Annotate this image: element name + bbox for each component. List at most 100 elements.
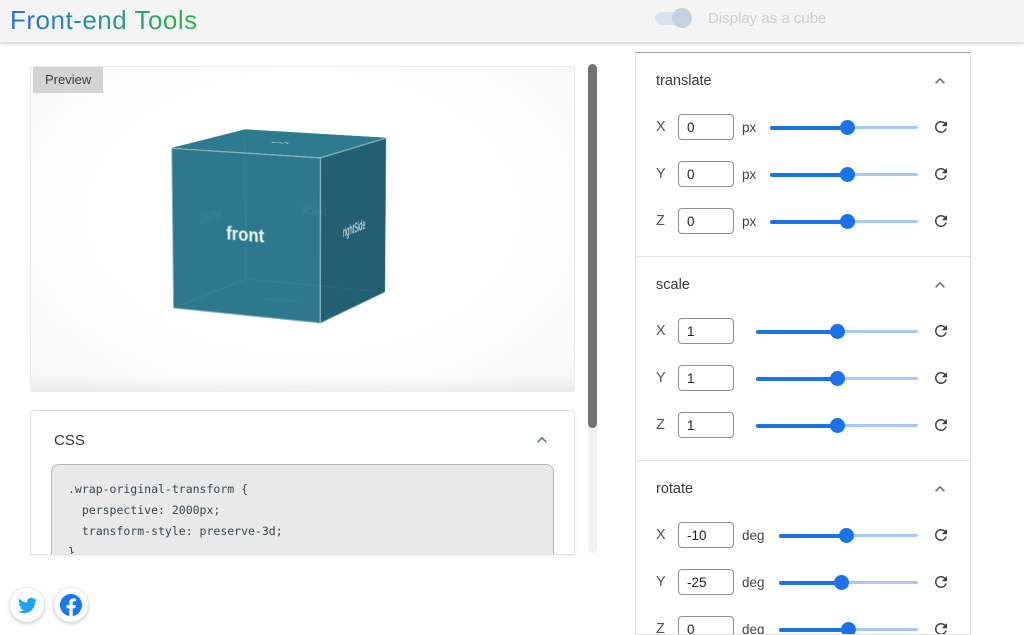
- axis-label: Y: [656, 574, 670, 590]
- slider-fill: [756, 424, 837, 428]
- section-rotate-header[interactable]: rotate: [656, 461, 950, 500]
- slider-thumb[interactable]: [834, 575, 849, 590]
- unit-label: px: [742, 214, 756, 229]
- section-title: scale: [656, 277, 690, 293]
- control-row-rotate-z: Z deg: [656, 617, 950, 635]
- translate-x-slider[interactable]: [770, 115, 918, 139]
- scrollbar-thumb[interactable]: [588, 64, 597, 428]
- chevron-up-icon[interactable]: [930, 71, 950, 91]
- transform-controls-panel: translate X px Y px Z: [635, 52, 971, 635]
- section-scale: scale X Y Z: [636, 257, 970, 461]
- css-code-block: .wrap-original-transform { perspective: …: [51, 464, 554, 555]
- refresh-icon: [932, 369, 950, 387]
- switch-knob: [672, 8, 692, 28]
- slider-thumb[interactable]: [840, 167, 855, 182]
- section-scale-header[interactable]: scale: [656, 257, 950, 296]
- slider-thumb[interactable]: [841, 622, 856, 635]
- scale-z-slider[interactable]: [756, 413, 918, 437]
- slider-fill: [770, 220, 847, 224]
- reset-button[interactable]: [932, 322, 950, 340]
- control-row-translate-z: Z px: [656, 209, 950, 233]
- section-translate: translate X px Y px Z: [636, 53, 970, 257]
- cube-scene: front back rightSide leftSide top bottom: [31, 67, 574, 391]
- reset-button[interactable]: [932, 165, 950, 183]
- css-panel-header[interactable]: CSS: [31, 411, 574, 464]
- scale-x-slider[interactable]: [756, 319, 918, 343]
- slider-fill: [756, 330, 837, 334]
- unit-label: deg: [742, 575, 765, 590]
- reset-button[interactable]: [932, 620, 950, 635]
- chevron-up-icon[interactable]: [930, 479, 950, 499]
- cube-toggle-label: Display as a cube: [708, 10, 826, 27]
- css-code-line: perspective: 2000px;: [68, 500, 537, 521]
- cube[interactable]: front back rightSide leftSide top bottom: [209, 138, 354, 307]
- twitter-share-button[interactable]: [10, 588, 44, 622]
- slider-thumb[interactable]: [840, 214, 855, 229]
- scrollbar-track[interactable]: [588, 64, 597, 553]
- reset-button[interactable]: [932, 573, 950, 591]
- cube-face-right: rightSide: [320, 138, 386, 324]
- css-code-line: .wrap-original-transform {: [68, 479, 537, 500]
- axis-label: Z: [656, 621, 670, 635]
- slider-fill: [779, 581, 842, 585]
- slider-fill: [779, 534, 847, 538]
- slider-thumb[interactable]: [830, 371, 845, 386]
- rotate-z-slider[interactable]: [779, 617, 918, 635]
- display-as-cube-toggle-row: Display as a cube: [652, 4, 826, 32]
- slider-thumb[interactable]: [840, 120, 855, 135]
- section-translate-header[interactable]: translate: [656, 53, 950, 92]
- scale-x-input[interactable]: [678, 318, 734, 344]
- translate-x-input[interactable]: [678, 114, 734, 140]
- translate-y-slider[interactable]: [770, 162, 918, 186]
- translate-z-input[interactable]: [678, 208, 734, 234]
- rotate-x-slider[interactable]: [779, 523, 918, 547]
- slider-fill: [770, 126, 847, 130]
- axis-label: X: [656, 119, 670, 135]
- reset-button[interactable]: [932, 212, 950, 230]
- facebook-share-button[interactable]: [54, 588, 88, 622]
- chevron-up-icon[interactable]: [930, 275, 950, 295]
- control-row-scale-y: Y: [656, 366, 950, 390]
- axis-label: Z: [656, 417, 670, 433]
- scale-y-slider[interactable]: [756, 366, 918, 390]
- refresh-icon: [932, 165, 950, 183]
- unit-label: px: [742, 120, 756, 135]
- axis-label: Z: [656, 213, 670, 229]
- translate-z-slider[interactable]: [770, 209, 918, 233]
- slider-thumb[interactable]: [830, 418, 845, 433]
- section-title: translate: [656, 73, 712, 89]
- rotate-y-input[interactable]: [678, 569, 734, 595]
- css-code-line: }: [68, 542, 537, 555]
- facebook-icon: [60, 594, 82, 616]
- refresh-icon: [932, 620, 950, 635]
- translate-y-input[interactable]: [678, 161, 734, 187]
- slider-thumb[interactable]: [839, 528, 854, 543]
- scale-y-input[interactable]: [678, 365, 734, 391]
- reset-button[interactable]: [932, 416, 950, 434]
- reset-button[interactable]: [932, 118, 950, 136]
- tab-preview[interactable]: Preview: [33, 67, 103, 93]
- cube-toggle-switch[interactable]: [652, 6, 692, 30]
- rotate-y-slider[interactable]: [779, 570, 918, 594]
- cube-face-front: front: [171, 148, 320, 324]
- scale-z-input[interactable]: [678, 412, 734, 438]
- rotate-z-input[interactable]: [678, 616, 734, 635]
- page-title: Front-end Tools: [10, 5, 198, 36]
- preview-panel: Preview front back rightSide leftSide to…: [30, 66, 575, 392]
- css-code-line: transform-style: preserve-3d;: [68, 521, 537, 542]
- unit-label: px: [742, 167, 756, 182]
- reset-button[interactable]: [932, 369, 950, 387]
- reset-button[interactable]: [932, 526, 950, 544]
- control-row-rotate-y: Y deg: [656, 570, 950, 594]
- twitter-icon: [18, 596, 37, 615]
- social-links: [10, 588, 88, 622]
- axis-label: Y: [656, 370, 670, 386]
- slider-thumb[interactable]: [830, 324, 845, 339]
- rotate-x-input[interactable]: [678, 522, 734, 548]
- refresh-icon: [932, 416, 950, 434]
- axis-label: Y: [656, 166, 670, 182]
- control-row-translate-y: Y px: [656, 162, 950, 186]
- control-row-scale-z: Z: [656, 413, 950, 437]
- refresh-icon: [932, 118, 950, 136]
- chevron-up-icon[interactable]: [532, 430, 552, 450]
